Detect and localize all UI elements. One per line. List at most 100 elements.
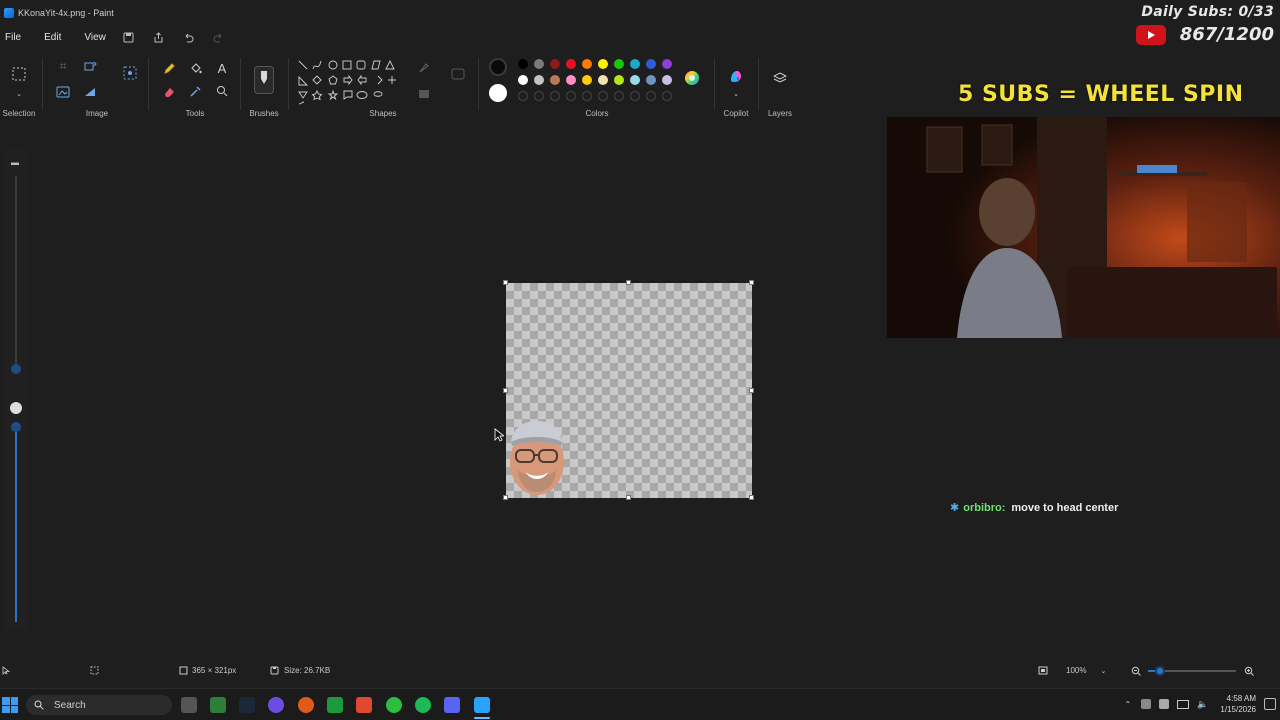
obs-icon[interactable] [298, 697, 314, 713]
rotate-icon[interactable] [82, 84, 98, 100]
custom-color-slot[interactable] [518, 91, 528, 101]
windows-start-icon[interactable] [2, 697, 18, 713]
share-icon[interactable] [152, 30, 166, 44]
shapes-gallery[interactable] [296, 58, 406, 110]
color-swatch[interactable] [518, 75, 528, 85]
color-swatch[interactable] [614, 75, 624, 85]
custom-color-slot[interactable] [630, 91, 640, 101]
color-swatch[interactable] [534, 59, 544, 69]
resize-handle[interactable] [749, 388, 754, 393]
task-view-icon[interactable] [181, 697, 197, 713]
discord-icon[interactable] [444, 697, 460, 713]
shape-outline-icon[interactable] [416, 60, 432, 76]
color-swatch[interactable] [630, 75, 640, 85]
custom-color-slot[interactable] [614, 91, 624, 101]
color-swatch[interactable] [566, 59, 576, 69]
custom-color-slot[interactable] [534, 91, 544, 101]
zoom-in-icon[interactable] [1244, 666, 1254, 676]
resize-icon[interactable] [82, 58, 98, 74]
divider [288, 58, 289, 110]
color-swatch[interactable] [518, 59, 528, 69]
resize-handle[interactable] [503, 388, 508, 393]
shape-style-icon[interactable] [450, 66, 466, 82]
spotify-icon[interactable] [415, 697, 431, 713]
color-swatch[interactable] [550, 75, 560, 85]
remove-background-icon[interactable] [55, 84, 71, 100]
color-swatch[interactable] [646, 59, 656, 69]
spotify-icon[interactable] [386, 697, 402, 713]
eraser-icon[interactable] [161, 83, 177, 99]
fill-bucket-icon[interactable] [187, 60, 203, 76]
opacity-slider-thumb[interactable] [11, 422, 21, 432]
resize-handle[interactable] [626, 495, 631, 500]
taskbar-clock[interactable]: 4:58 AM 1/15/2026 [1220, 693, 1256, 715]
color-swatch[interactable] [598, 75, 608, 85]
shape-fill-icon[interactable] [416, 86, 432, 102]
crop-icon[interactable]: ⌗ [55, 58, 71, 74]
file-explorer-icon[interactable] [210, 697, 226, 713]
copilot-dropdown-icon[interactable]: ⌄ [728, 86, 744, 102]
tools-label: Tools [185, 109, 205, 118]
copilot-icon[interactable] [728, 68, 744, 84]
pencil-icon[interactable] [161, 60, 177, 76]
magnifier-icon[interactable] [214, 83, 230, 99]
color-swatch[interactable] [662, 75, 672, 85]
layers-icon[interactable] [772, 70, 788, 86]
twitch-app-icon[interactable] [268, 697, 284, 713]
taskbar-search[interactable]: Search [26, 695, 172, 715]
save-icon[interactable] [122, 30, 136, 44]
selection-dropdown-icon[interactable]: ⌄ [11, 86, 27, 102]
brush-selector[interactable] [254, 66, 274, 94]
tray-app-icon[interactable] [1159, 699, 1170, 709]
resize-handle[interactable] [749, 495, 754, 500]
zoom-select[interactable]: 100% ⌄ [1066, 666, 1106, 675]
undo-icon[interactable] [182, 30, 196, 44]
menu-edit[interactable]: Edit [39, 32, 69, 43]
menu-view[interactable]: View [79, 32, 114, 43]
color-swatch[interactable] [582, 59, 592, 69]
custom-color-slot[interactable] [566, 91, 576, 101]
paint-taskbar-icon[interactable] [474, 697, 490, 713]
resize-handle[interactable] [749, 280, 754, 285]
custom-color-slot[interactable] [598, 91, 608, 101]
size-slider-thumb[interactable] [11, 364, 21, 374]
color-swatch[interactable] [598, 59, 608, 69]
color-swatch[interactable] [614, 59, 624, 69]
color-swatch[interactable] [534, 75, 544, 85]
zoom-slider-thumb[interactable] [1155, 666, 1165, 676]
custom-color-slot[interactable] [646, 91, 656, 101]
resize-handle[interactable] [503, 280, 508, 285]
custom-color-slot[interactable] [550, 91, 560, 101]
steam-icon[interactable] [239, 697, 255, 713]
face-cutout-image[interactable] [506, 412, 566, 496]
tray-app-icon[interactable] [1141, 699, 1152, 709]
primary-color-swatch[interactable] [489, 58, 507, 76]
rectangle-selection-icon[interactable] [11, 66, 27, 82]
zoom-out-icon[interactable] [1131, 666, 1141, 676]
custom-color-slot[interactable] [662, 91, 672, 101]
menu-file[interactable]: File [0, 32, 29, 43]
color-swatch[interactable] [646, 75, 656, 85]
resize-handle[interactable] [626, 280, 631, 285]
fit-to-window-icon[interactable] [1038, 666, 1048, 675]
size-slider-track[interactable] [15, 176, 17, 364]
color-swatch[interactable] [662, 59, 672, 69]
color-swatch[interactable] [582, 75, 592, 85]
image-select-icon[interactable] [122, 65, 138, 81]
edit-colors-icon[interactable] [684, 70, 700, 86]
network-icon[interactable] [1177, 699, 1190, 709]
tray-overflow-icon[interactable]: ⌃ [1124, 700, 1131, 709]
custom-color-slot[interactable] [582, 91, 592, 101]
color-swatch[interactable] [566, 75, 576, 85]
color-swatch[interactable] [630, 59, 640, 69]
opacity-slider-track[interactable] [15, 422, 17, 622]
text-tool-icon[interactable]: A [214, 60, 230, 76]
redo-icon[interactable] [212, 30, 226, 44]
brave-browser-icon[interactable] [356, 697, 372, 713]
color-picker-icon[interactable] [187, 83, 203, 99]
color-swatch[interactable] [550, 59, 560, 69]
xbox-icon[interactable] [327, 697, 343, 713]
volume-icon[interactable]: 🔈 [1197, 699, 1208, 710]
notification-icon[interactable] [1264, 698, 1276, 710]
secondary-color-swatch[interactable] [489, 84, 507, 102]
